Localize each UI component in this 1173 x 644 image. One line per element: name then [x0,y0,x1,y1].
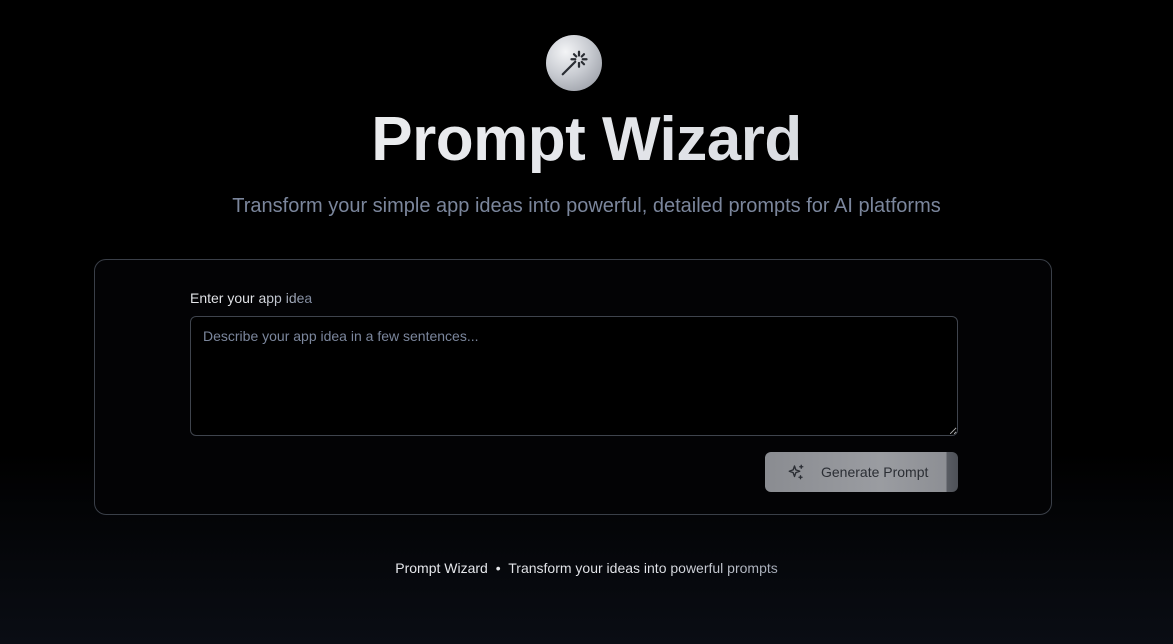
page-title: Prompt Wizard [0,104,1173,176]
magic-wand-icon [561,50,588,76]
app-idea-input[interactable] [190,316,958,436]
generate-prompt-button[interactable]: Generate Prompt [765,452,958,492]
page-subtitle: Transform your simple app ideas into pow… [232,195,941,217]
sparkles-icon [788,464,804,480]
footer-brand: Prompt Wizard [395,560,488,576]
footer: Prompt Wizard • Transform your ideas int… [0,560,1173,576]
generate-prompt-label: Generate Prompt [821,464,929,480]
footer-separator: • [495,560,501,576]
app-logo [546,35,602,91]
idea-form-card: Enter your app idea Generate Prompt [94,259,1052,515]
footer-tagline: Transform your ideas into powerful promp… [508,560,778,576]
idea-field-label: Enter your app idea [190,290,313,306]
